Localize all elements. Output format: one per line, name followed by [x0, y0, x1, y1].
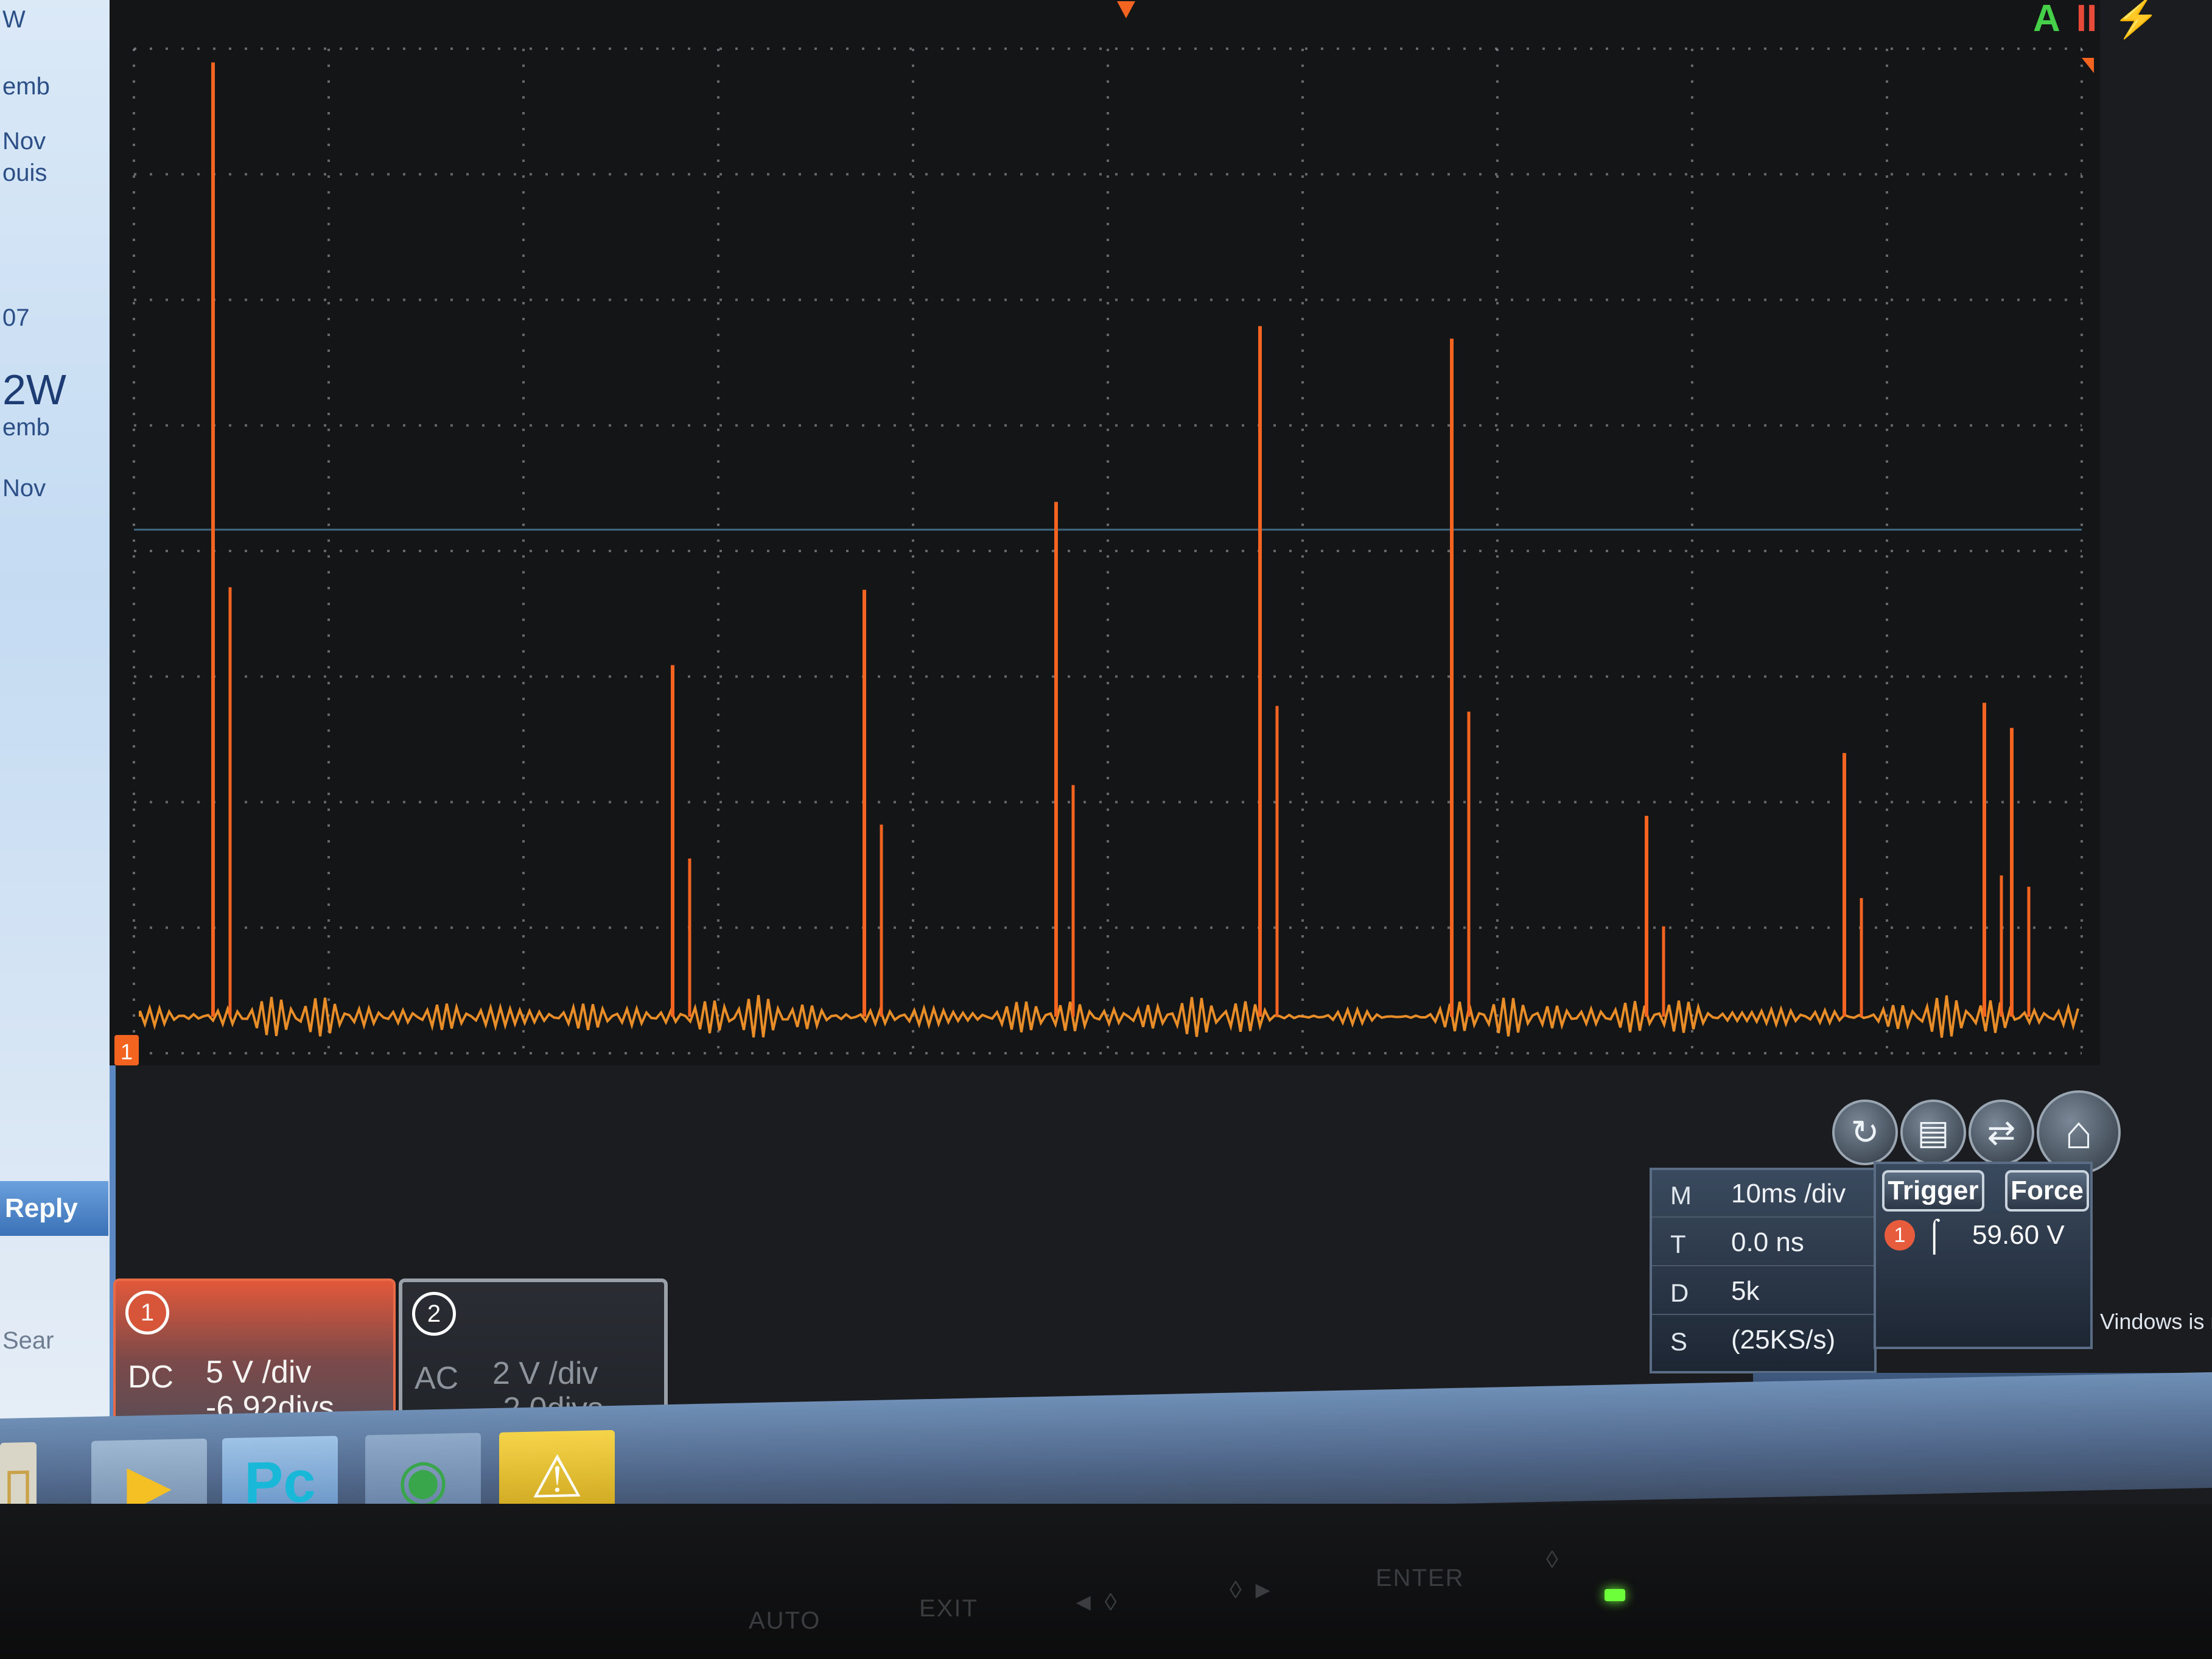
depth-value: 5k	[1731, 1276, 1760, 1306]
bezel-power[interactable]: ◊	[1546, 1546, 1559, 1574]
oscilloscope-screen: 1 A II ⚡	[110, 0, 2160, 1065]
timebase-value: 10ms /div	[1731, 1179, 1846, 1208]
channel-2-coupling: AC	[415, 1361, 459, 1396]
bg-text-1: W	[2, 6, 26, 33]
trigger-time-row: T 0.0 ns	[1652, 1219, 1874, 1266]
status-indicators: A II ⚡	[2033, 0, 2175, 40]
trigger-level: 59.60 V	[1972, 1220, 2065, 1250]
timebase-panel[interactable]: M 10ms /div T 0.0 ns D 5k S (25KS/s)	[1650, 1168, 1877, 1373]
background-window: W emb Nov ouis 07 2W emb Nov Reply Sear	[0, 0, 116, 1461]
acq-mode-indicator: A	[2033, 0, 2060, 40]
channel-2-badge: 2	[412, 1292, 456, 1336]
bezel-right[interactable]: ◊ ►	[1230, 1577, 1276, 1604]
bezel-auto[interactable]: AUTO	[749, 1607, 821, 1635]
bezel-exit[interactable]: EXIT	[919, 1595, 978, 1622]
bg-text-4: ouis	[2, 160, 47, 186]
power-led	[1605, 1589, 1625, 1601]
sample-rate-row: S (25KS/s)	[1652, 1316, 1874, 1363]
bezel-enter[interactable]: ENTER	[1376, 1565, 1465, 1592]
pause-icon[interactable]: II	[2076, 0, 2097, 40]
save-icon[interactable]: ▤	[1900, 1100, 1966, 1165]
waveform-plot: 1	[114, 1, 2094, 1065]
channel-1-marker-label: 1	[121, 1039, 133, 1064]
trigger-time-key: T	[1670, 1230, 1686, 1258]
auto-set-icon[interactable]: ↻	[1832, 1100, 1898, 1165]
channel-1-scale: 5 V /div	[206, 1355, 312, 1390]
bg-text-6: 2W	[2, 366, 66, 413]
bg-text-7: emb	[2, 414, 50, 441]
sample-rate-key: S	[1670, 1327, 1688, 1356]
rising-edge-icon: ⌠	[1925, 1217, 1944, 1252]
reply-button[interactable]: Reply	[0, 1181, 108, 1236]
sample-rate-value: (25KS/s)	[1731, 1325, 1836, 1355]
bezel-left[interactable]: ◄ ◊	[1071, 1589, 1118, 1616]
trigger-position-marker	[1117, 1, 1135, 18]
force-button[interactable]: Force	[2005, 1170, 2089, 1212]
timebase-row: M 10ms /div	[1652, 1170, 1874, 1218]
channel-1-badge: 1	[125, 1291, 169, 1335]
bg-text-5: 07	[2, 304, 30, 331]
swap-icon[interactable]: ⇄	[1969, 1100, 2034, 1165]
depth-key: D	[1670, 1278, 1689, 1307]
power-icon: ⚡	[2113, 0, 2160, 40]
channel-2-scale: 2 V /div	[492, 1356, 598, 1391]
search-label: Sear	[2, 1327, 54, 1354]
trigger-panel: Trigger Force 1 ⌠ 59.60 V	[1874, 1162, 2093, 1349]
trigger-level-marker	[2082, 58, 2094, 73]
trigger-button[interactable]: Trigger	[1882, 1170, 1984, 1212]
bg-text-8: Nov	[2, 475, 46, 502]
depth-row: D 5k	[1652, 1268, 1874, 1315]
trigger-source-badge: 1	[1885, 1220, 1915, 1250]
bg-text-2: emb	[2, 73, 50, 100]
windows-activation-notice: Vindows is n	[2100, 1309, 2212, 1334]
bg-text-3: Nov	[2, 128, 46, 155]
channel-1-coupling: DC	[128, 1359, 174, 1395]
trigger-time-value: 0.0 ns	[1731, 1227, 1804, 1257]
timebase-key: M	[1670, 1181, 1692, 1210]
monitor-bezel	[0, 1504, 2212, 1659]
